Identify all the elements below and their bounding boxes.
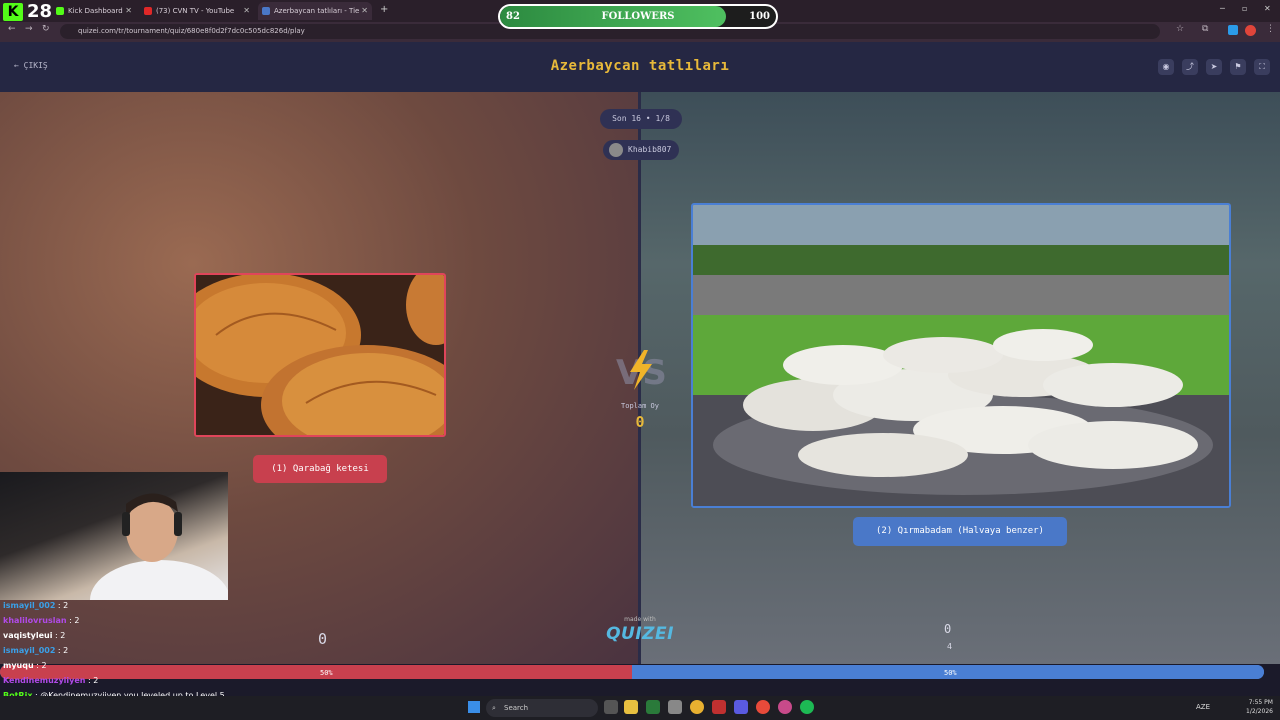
extensions-icon[interactable]: ⧉: [1202, 24, 1208, 34]
kick-favicon-icon: [56, 7, 64, 15]
followers-label: FOLLOWERS: [601, 11, 675, 22]
windows-start-icon[interactable]: [468, 701, 480, 713]
chrome-icon[interactable]: [756, 700, 770, 714]
left-vote-count: 0: [318, 630, 328, 648]
right-vote-count: 0: [944, 622, 952, 636]
close-tab-icon[interactable]: ✕: [243, 2, 250, 20]
tab-label: (73) CVN TV - YouTube: [156, 7, 235, 15]
chat-username[interactable]: Kendinemuzyiiyen: [3, 676, 86, 685]
search-icon: ⌕: [492, 704, 496, 712]
total-votes-value: 0: [635, 413, 645, 431]
chat-text: : 2: [85, 676, 99, 685]
left-option-image[interactable]: [194, 273, 446, 437]
tab-quizei[interactable]: Azerbaycan tatlıları - Tier List, Ş ✕: [258, 2, 372, 20]
new-tab-button[interactable]: +: [380, 4, 388, 15]
tab-youtube[interactable]: (73) CVN TV - YouTube ✕: [140, 2, 254, 20]
taskbar-search[interactable]: ⌕ Search: [486, 699, 598, 717]
discord-icon[interactable]: [734, 700, 748, 714]
bookmark-star-icon[interactable]: ☆: [1176, 24, 1184, 34]
chat-message: ismayil_002 : 2: [3, 601, 68, 610]
chat-message: myuqu : 2: [3, 661, 47, 670]
flag-icon[interactable]: ⚑: [1230, 59, 1246, 75]
chat-username[interactable]: myuqu: [3, 661, 34, 670]
followers-goal-bar: 82 FOLLOWERS 100: [498, 4, 778, 29]
chat-text: : 2: [66, 616, 80, 625]
round-badge: Son 16 • 1/8: [600, 109, 682, 129]
kick-logo: K: [3, 3, 23, 21]
chat-text: : 2: [33, 661, 47, 670]
avatar: [609, 143, 623, 157]
close-window-icon[interactable]: ✕: [1264, 4, 1271, 13]
send-icon[interactable]: ➤: [1206, 59, 1222, 75]
app-icon[interactable]: [668, 700, 682, 714]
back-icon[interactable]: ←: [8, 24, 16, 34]
maximize-icon[interactable]: ▫: [1242, 4, 1247, 13]
left-percent: 50%: [320, 669, 333, 677]
left-option-button[interactable]: (1) Qarabağ ketesi: [253, 455, 387, 483]
tab-label: Kick Dashboard: [68, 7, 123, 15]
username: Khabib807: [628, 145, 672, 154]
system-clock[interactable]: 7:55 PM 1/2/2026: [1246, 698, 1273, 716]
fullscreen-icon[interactable]: ⛶: [1254, 59, 1270, 75]
spotify-icon[interactable]: [800, 700, 814, 714]
right-option-button[interactable]: (2) Qırmabadam (Halvaya benzer): [853, 517, 1067, 546]
task-view-icon[interactable]: [604, 700, 618, 714]
chat-text: : 2: [55, 601, 69, 610]
eye-icon[interactable]: ◉: [1158, 59, 1174, 75]
chat-text: : 2: [55, 646, 69, 655]
clock-date: 1/2/2026: [1246, 708, 1273, 715]
right-percent: 50%: [944, 669, 957, 677]
reload-icon[interactable]: ↻: [42, 24, 50, 34]
right-option-image[interactable]: [691, 203, 1231, 508]
quizei-favicon-icon: [262, 7, 270, 15]
quizei-logo[interactable]: QUIZEI: [600, 624, 680, 644]
chrome-icon[interactable]: [690, 700, 704, 714]
windows-taskbar: [0, 696, 1280, 720]
chat-username[interactable]: ismayil_002: [3, 646, 55, 655]
chat-username[interactable]: vaqistyleui: [3, 631, 53, 640]
kick-viewer-count: 28: [27, 1, 53, 22]
page-title: Azerbaycan tatlıları: [550, 58, 730, 74]
total-votes-label: Toplam Oy: [621, 402, 659, 410]
right-vote-sub: 4: [947, 642, 953, 651]
made-with-label: made with: [624, 616, 656, 623]
file-explorer-icon[interactable]: [624, 700, 638, 714]
language-indicator[interactable]: AZE: [1196, 703, 1210, 711]
webcam-feed: [0, 472, 230, 640]
chat-username[interactable]: ismayil_002: [3, 601, 55, 610]
profile-avatar[interactable]: [1245, 25, 1256, 36]
url-text: quizei.com/tr/tournament/quiz/680e8f0d2f…: [78, 27, 305, 35]
tab-kick-dashboard[interactable]: Kick Dashboard ✕: [52, 2, 136, 20]
search-placeholder: Search: [504, 704, 529, 712]
chat-text: : 2: [52, 631, 66, 640]
minimize-icon[interactable]: ─: [1220, 4, 1225, 13]
close-tab-icon[interactable]: ✕: [359, 2, 368, 20]
close-tab-icon[interactable]: ✕: [125, 2, 132, 20]
browser-menu-icon[interactable]: ⋮: [1266, 24, 1275, 34]
creator-badge[interactable]: Khabib807: [603, 140, 679, 160]
chat-message: ismayil_002 : 2: [3, 646, 68, 655]
app-icon[interactable]: [712, 700, 726, 714]
share-icon[interactable]: ⤴: [1182, 59, 1198, 75]
chat-message: khalilovruslan : 2: [3, 616, 79, 625]
chat-message: Kendinemuzyiiyen : 2: [3, 676, 98, 685]
app-icon[interactable]: [778, 700, 792, 714]
chat-message: vaqistyleui : 2: [3, 631, 65, 640]
forward-icon[interactable]: →: [25, 24, 33, 34]
tab-label: Azerbaycan tatlıları - Tier List, Ş: [274, 7, 363, 15]
extension-icon[interactable]: [1228, 25, 1238, 35]
app-icon[interactable]: [646, 700, 660, 714]
versus-icon: VS: [616, 350, 667, 393]
chat-username[interactable]: khalilovruslan: [3, 616, 67, 625]
followers-goal: 100: [749, 11, 770, 22]
clock-time: 7:55 PM: [1248, 699, 1273, 706]
youtube-favicon-icon: [144, 7, 152, 15]
